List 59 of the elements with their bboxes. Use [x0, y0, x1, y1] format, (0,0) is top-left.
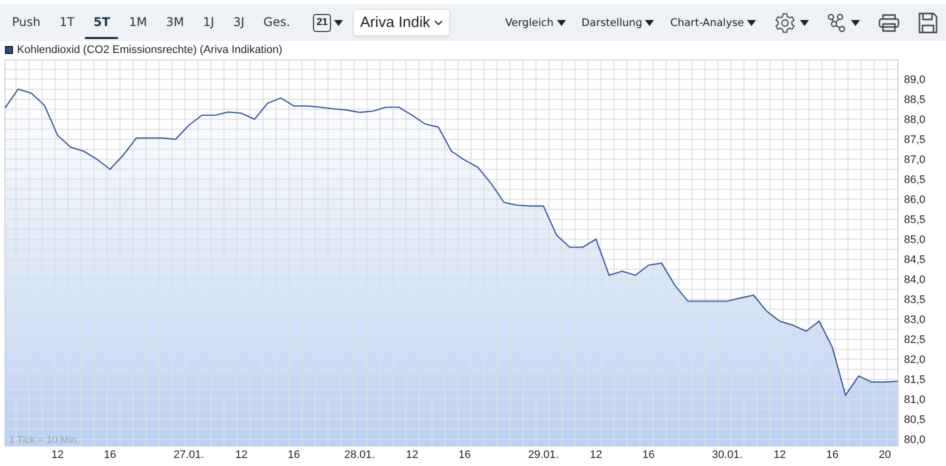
axis-label: 12: [235, 449, 248, 461]
axis-label: 30.01.: [712, 449, 743, 461]
axis-label: 28.01.: [344, 449, 375, 461]
axis-label: 87,0: [904, 154, 926, 166]
caret-icon: [800, 20, 809, 26]
settings-icon: [774, 12, 796, 34]
axis-label: 12: [406, 449, 418, 461]
nodes-icon: [827, 12, 847, 32]
caret-icon: [645, 20, 654, 26]
range-tab[interactable]: Push: [4, 6, 48, 39]
range-tab[interactable]: 3M: [158, 6, 192, 39]
axis-label: 86,5: [904, 174, 926, 186]
axis-label: 88,5: [904, 94, 926, 106]
source-dropdown[interactable]: Ariva Indik: [353, 9, 450, 36]
axis-label: 89,0: [904, 74, 926, 86]
axis-label: 81,0: [904, 394, 926, 406]
range-tab[interactable]: 3J: [225, 6, 252, 39]
range-tab[interactable]: 1J: [195, 6, 222, 39]
menu-button[interactable]: Darstellung: [580, 14, 656, 30]
axis-label: 16: [826, 449, 838, 461]
axis-label: 81,5: [904, 374, 926, 386]
axis-label: 85,0: [904, 234, 926, 246]
axis-label: 85,5: [904, 214, 926, 226]
axis-label: 12: [51, 449, 64, 461]
axis-label: 80,5: [904, 414, 926, 426]
legend-label: Kohlendioxid (CO2 Emissionsrechte) (Ariva Indikation): [17, 44, 282, 56]
calendar-button[interactable]: 21: [311, 12, 346, 34]
axis-label: 20: [878, 449, 891, 461]
menu-button[interactable]: Chart-Analyse: [668, 14, 758, 30]
axis-label: 82,5: [904, 334, 926, 346]
chevron-icon: [434, 20, 444, 26]
range-tab[interactable]: 1T: [52, 6, 82, 39]
axis-label: 88,0: [904, 114, 926, 126]
range-tab[interactable]: 5T: [85, 6, 118, 39]
axis-label: 29.01.: [528, 449, 559, 461]
axis-label: 27.01.: [174, 449, 204, 461]
axis-label: 82,0: [904, 354, 926, 366]
caret-icon: [747, 20, 756, 26]
axis-label: 84,0: [904, 274, 926, 286]
range-tab[interactable]: 1M: [121, 6, 156, 39]
axis-label: 86,0: [904, 194, 926, 206]
axis-label: 12: [774, 449, 786, 461]
axis-label: 12: [590, 449, 602, 461]
axis-label: 80,0: [904, 434, 926, 446]
printer-icon: [878, 12, 900, 32]
caret-icon: [556, 20, 566, 26]
axis-label: 83,0: [904, 314, 926, 326]
menu-button[interactable]: Vergleich: [503, 14, 568, 30]
range-tab[interactable]: Ges.: [255, 6, 298, 39]
axis-label: 87,5: [904, 134, 926, 146]
axis-label: 83,5: [904, 294, 926, 306]
axis-label: 16: [458, 449, 471, 461]
caret-icon: [334, 20, 344, 26]
axis-label: 16: [288, 449, 300, 461]
caret-icon: [851, 20, 860, 26]
axis-label: 84,5: [904, 254, 926, 266]
axis-label: 16: [104, 449, 116, 461]
axis-label: 16: [642, 449, 655, 461]
tick-note: 1 Tick = 10 Min.: [9, 435, 80, 446]
